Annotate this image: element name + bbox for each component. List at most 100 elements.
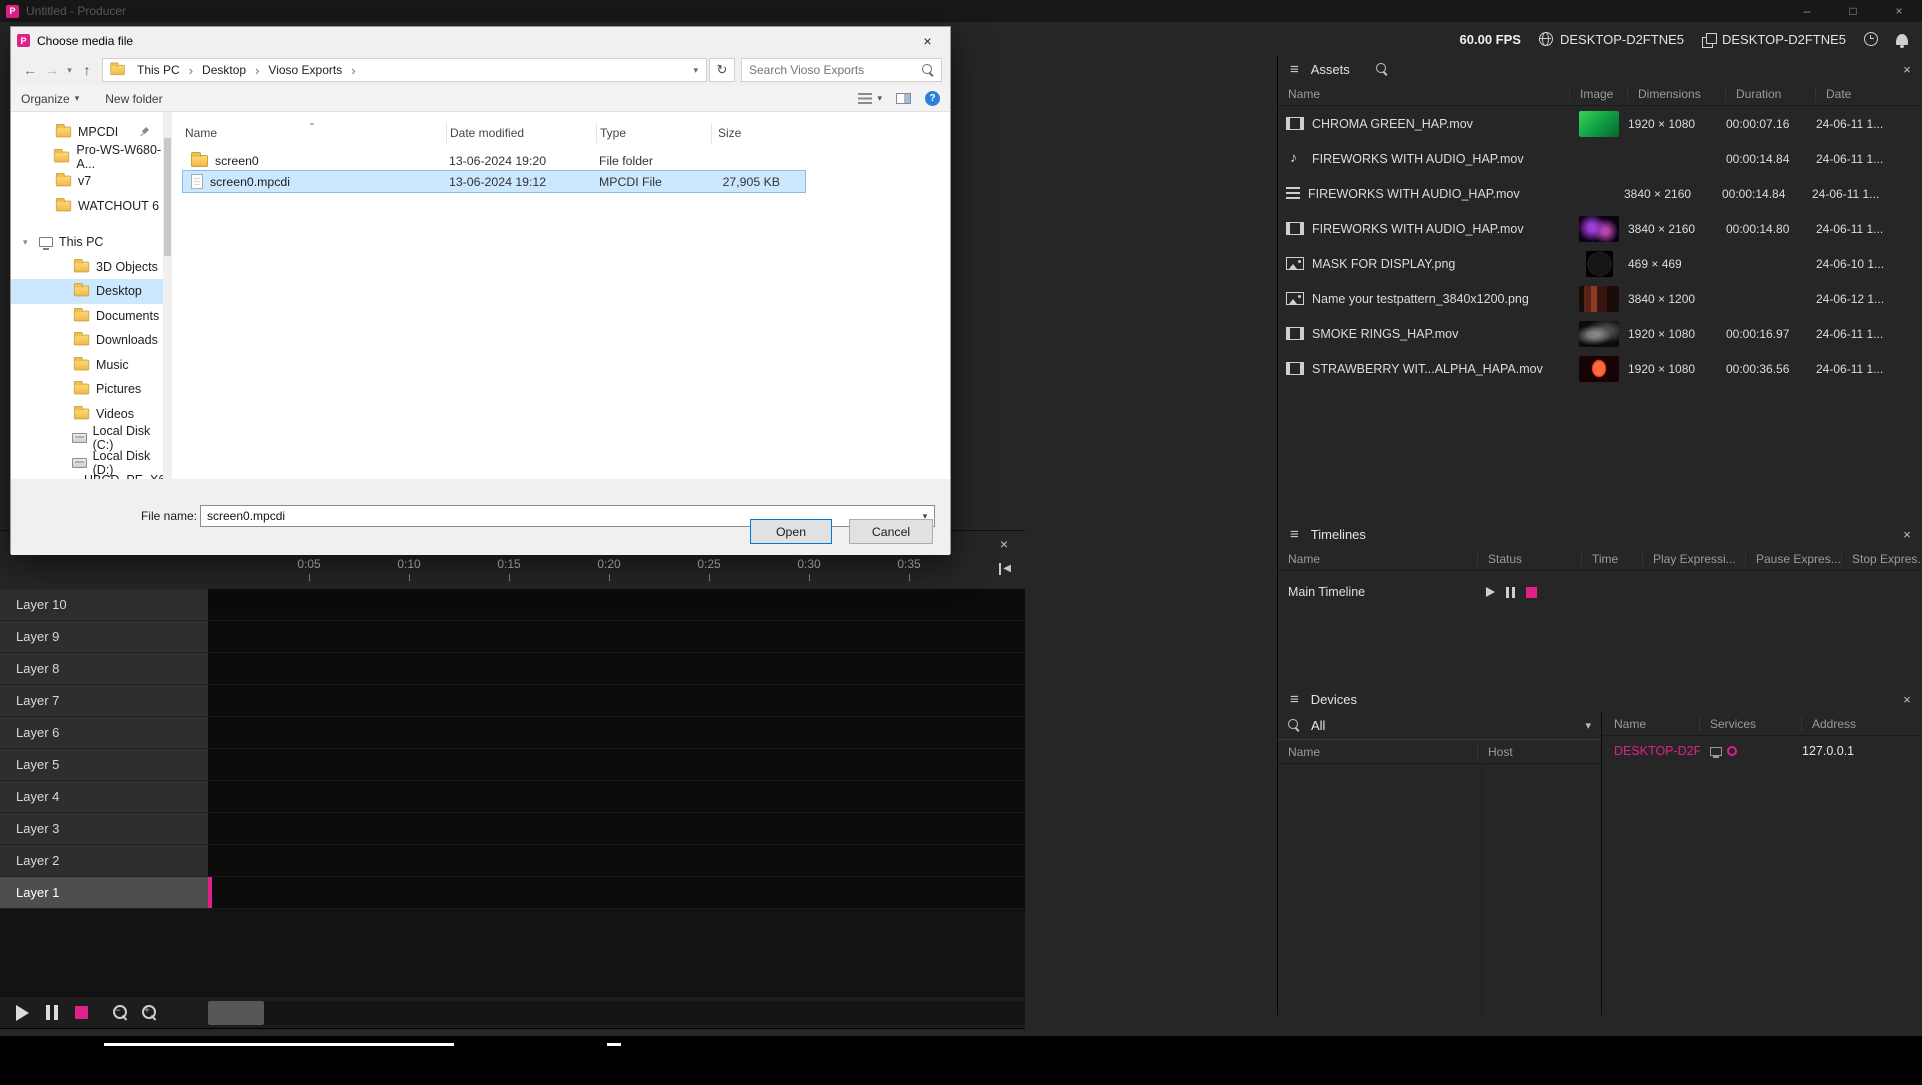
stop-icon[interactable]: [1526, 587, 1537, 598]
column-header-date[interactable]: Date: [1816, 86, 1922, 102]
up-button[interactable]: ↑: [76, 58, 98, 82]
new-folder-button[interactable]: New folder: [105, 92, 162, 106]
device-row[interactable]: DESKTOP-D2FT 127.0.0.1: [1602, 738, 1922, 764]
devices-filter[interactable]: All ▾: [1278, 712, 1601, 740]
layer-track[interactable]: [208, 749, 1025, 781]
column-header-image[interactable]: Image: [1570, 86, 1628, 102]
layer-track[interactable]: [208, 845, 1025, 877]
asset-row[interactable]: FIREWORKS WITH AUDIO_HAP.mov 00:00:14.84…: [1278, 141, 1922, 176]
back-button[interactable]: ←: [19, 58, 41, 82]
column-header-name[interactable]: Name: [1278, 86, 1570, 102]
devices-close-icon[interactable]: ×: [1898, 690, 1916, 708]
layer-track[interactable]: [208, 813, 1025, 845]
sidebar-scrollbar[interactable]: [163, 112, 172, 479]
column-header-duration[interactable]: Duration: [1726, 86, 1816, 102]
sidebar-item[interactable]: Videos: [11, 402, 163, 427]
view-options-button[interactable]: ▾: [858, 93, 882, 104]
tree-chevron-icon[interactable]: ▾: [23, 237, 33, 248]
column-header-services[interactable]: Services: [1700, 716, 1802, 732]
layer-track[interactable]: [208, 717, 1025, 749]
column-header-name[interactable]: Name: [1278, 551, 1478, 567]
asset-row[interactable]: FIREWORKS WITH AUDIO_HAP.mov 3840 × 2160…: [1278, 176, 1922, 211]
help-icon[interactable]: ?: [925, 91, 940, 106]
asset-row[interactable]: SMOKE RINGS_HAP.mov 1920 × 1080 00:00:16…: [1278, 316, 1922, 351]
sidebar-item[interactable]: Pro-WS-W680-A...: [11, 145, 163, 170]
chevron-down-icon[interactable]: ▾: [1585, 719, 1591, 732]
layer-label[interactable]: Layer 3: [0, 813, 208, 845]
dialog-close-icon[interactable]: ×: [905, 27, 950, 54]
sidebar-item[interactable]: Documents: [11, 304, 163, 329]
pause-icon[interactable]: [1506, 587, 1515, 598]
organize-button[interactable]: Organize ▾: [21, 92, 79, 106]
pause-icon[interactable]: [46, 1005, 58, 1020]
timeline-horizontal-scrollbar[interactable]: [208, 1001, 1025, 1025]
layer-label[interactable]: Layer 1: [0, 877, 208, 909]
column-header-status[interactable]: Status: [1478, 551, 1582, 567]
layer-label[interactable]: Layer 9: [0, 621, 208, 653]
column-header-pause-expression[interactable]: Pause Expres...: [1746, 551, 1842, 567]
scrollbar-thumb[interactable]: [164, 138, 171, 256]
column-header-stop-expression[interactable]: Stop Expres...: [1842, 551, 1922, 567]
breadcrumb-segment[interactable]: Vioso Exports ›: [261, 63, 357, 78]
column-header-time[interactable]: Time: [1582, 551, 1643, 567]
layer-label[interactable]: Layer 5: [0, 749, 208, 781]
layer-track[interactable]: [208, 685, 1025, 717]
search-input[interactable]: [742, 59, 941, 81]
sidebar-item[interactable]: 3D Objects: [11, 255, 163, 280]
notifications-bell-icon[interactable]: [1896, 34, 1908, 45]
preview-pane-icon[interactable]: [896, 93, 911, 104]
history-chevron-icon[interactable]: ▾: [63, 58, 76, 82]
time-ruler[interactable]: 0:05 0:10 0:15 0:20 0:25 0:30 0:35: [208, 557, 1025, 589]
sidebar-item[interactable]: Local Disk (C:): [11, 426, 163, 451]
sidebar-item[interactable]: Downloads: [11, 328, 163, 353]
sidebar-item[interactable]: ▾ This PC: [11, 230, 163, 255]
asset-row[interactable]: FIREWORKS WITH AUDIO_HAP.mov 3840 × 2160…: [1278, 211, 1922, 246]
column-header-host[interactable]: Host: [1478, 744, 1601, 760]
search-icon[interactable]: [1376, 63, 1389, 76]
timelines-close-icon[interactable]: ×: [1898, 525, 1916, 543]
layer-track[interactable]: [208, 653, 1025, 685]
stop-icon[interactable]: [75, 1006, 88, 1019]
forward-button[interactable]: →: [41, 58, 63, 82]
minimize-button[interactable]: –: [1784, 0, 1830, 22]
refresh-button[interactable]: ↻: [709, 58, 735, 82]
layer-track[interactable]: [208, 589, 1025, 621]
layer-label[interactable]: Layer 2: [0, 845, 208, 877]
column-header-play-expression[interactable]: Play Expressi...: [1643, 551, 1746, 567]
asset-row[interactable]: CHROMA GREEN_HAP.mov 1920 × 1080 00:00:0…: [1278, 106, 1922, 141]
asset-row[interactable]: Name your testpattern_3840x1200.png 3840…: [1278, 281, 1922, 316]
sidebar-item[interactable]: Music: [11, 353, 163, 378]
maximize-button[interactable]: □: [1830, 0, 1876, 22]
layer-label[interactable]: Layer 6: [0, 717, 208, 749]
sidebar-item[interactable]: MPCDI: [11, 120, 163, 145]
column-header-date-modified[interactable]: Date modified: [447, 123, 597, 143]
zoom-out-icon[interactable]: −: [112, 1004, 129, 1021]
panel-menu-icon[interactable]: ≡: [1290, 61, 1299, 78]
sidebar-item[interactable]: Pictures: [11, 377, 163, 402]
column-header-type[interactable]: Type: [597, 123, 712, 143]
sidebar-item[interactable]: Desktop: [11, 279, 163, 304]
breadcrumb-segment[interactable]: Desktop ›: [195, 63, 261, 78]
asset-row[interactable]: STRAWBERRY WIT...ALPHA_HAPA.mov 1920 × 1…: [1278, 351, 1922, 386]
timeline-close-icon[interactable]: ×: [995, 535, 1013, 553]
layer-track[interactable]: [208, 781, 1025, 813]
breadcrumb-segment[interactable]: This PC ›: [130, 63, 195, 78]
column-header-size[interactable]: Size: [712, 123, 812, 143]
layer-track[interactable]: [208, 877, 1025, 909]
file-row[interactable]: screen0 13-06-2024 19:20 File folder: [183, 150, 805, 171]
layer-label[interactable]: Layer 4: [0, 781, 208, 813]
sidebar-item[interactable]: WATCHOUT 6: [11, 194, 163, 219]
layer-track[interactable]: [208, 621, 1025, 653]
open-button[interactable]: Open: [750, 519, 832, 544]
column-header-dimensions[interactable]: Dimensions: [1628, 86, 1726, 102]
clock-icon[interactable]: [1864, 32, 1878, 46]
panel-menu-icon[interactable]: ≡: [1290, 691, 1299, 708]
play-icon[interactable]: [16, 1005, 29, 1021]
sidebar-item[interactable]: v7: [11, 169, 163, 194]
timeline-row[interactable]: Main Timeline: [1278, 577, 1922, 607]
assets-close-icon[interactable]: ×: [1898, 60, 1916, 78]
sidebar-item[interactable]: Local Disk (D:): [11, 451, 163, 476]
breadcrumb[interactable]: This PC › Desktop › Vioso Exports › ▾: [102, 58, 707, 82]
file-row[interactable]: screen0.mpcdi 13-06-2024 19:12 MPCDI Fil…: [183, 171, 805, 192]
column-header-name[interactable]: Name: [1278, 744, 1478, 760]
